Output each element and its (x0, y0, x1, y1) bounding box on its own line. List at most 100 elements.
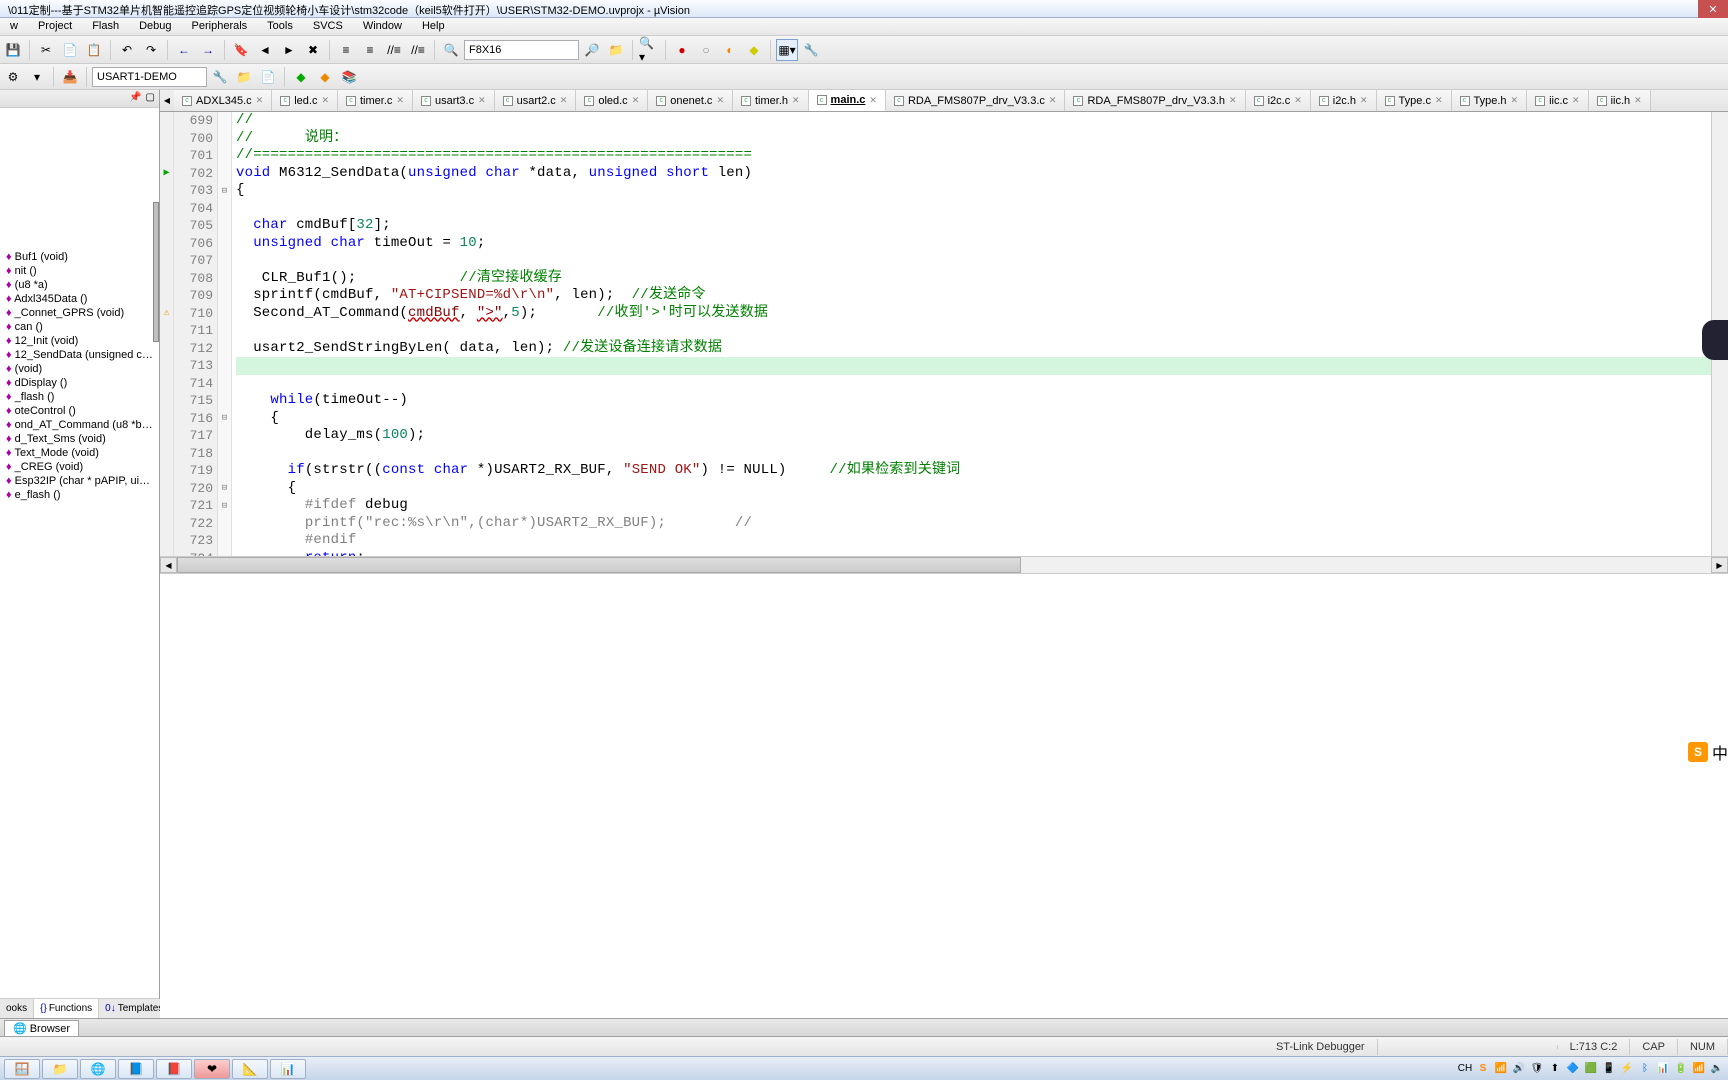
paste-button[interactable]: 📋 (83, 39, 105, 61)
function-tree-item[interactable]: ♦ nit () (2, 264, 157, 278)
build-btn[interactable]: ⚙ (2, 66, 24, 88)
function-tree-item[interactable]: ♦ (u8 *a) (2, 278, 157, 292)
fold-gutter[interactable]: ⊟⊟⊟⊟ (218, 112, 232, 556)
tab-close-icon[interactable]: ✕ (1572, 95, 1580, 106)
cut-button[interactable]: ✂ (35, 39, 57, 61)
window-close-button[interactable]: ✕ (1698, 0, 1728, 18)
nav-back-button[interactable]: ← (173, 39, 195, 61)
tab-close-icon[interactable]: ✕ (792, 95, 800, 106)
function-tree-item[interactable]: ♦ dDisplay () (2, 376, 157, 390)
tray-icon-6[interactable]: 🟩 (1584, 1062, 1598, 1076)
bookmark-clear-btn[interactable]: ✖ (302, 39, 324, 61)
taskbar-app2[interactable]: 📕 (156, 1059, 192, 1079)
function-tree-item[interactable]: ♦ Text_Mode (void) (2, 446, 157, 460)
tab-close-icon[interactable]: ✕ (396, 95, 404, 106)
function-tree-item[interactable]: ♦ oteControl () (2, 404, 157, 418)
file-tab-RDA_FMS807P_drv_V3-3-h[interactable]: cRDA_FMS807P_drv_V3.3.h✕ (1065, 90, 1245, 111)
tab-browser[interactable]: 🌐 Browser (4, 1020, 79, 1036)
debug-start-btn[interactable]: 🔍▾ (638, 39, 660, 61)
taskbar-app5[interactable]: 📊 (270, 1059, 306, 1079)
redo-button[interactable]: ↷ (140, 39, 162, 61)
outdent-btn[interactable]: ≡ (359, 39, 381, 61)
file-tab-iic-c[interactable]: ciic.c✕ (1527, 90, 1589, 111)
tab-close-icon[interactable]: ✕ (632, 95, 640, 106)
function-tree-item[interactable]: ♦ Adxl345Data () (2, 292, 157, 306)
function-tree-item[interactable]: ♦ d_Text_Sms (void) (2, 432, 157, 446)
menu-peripherals[interactable]: Peripherals (182, 18, 258, 35)
tray-icon-8[interactable]: ⚡ (1620, 1062, 1634, 1076)
bookmark-next-btn[interactable]: ► (278, 39, 300, 61)
function-tree-item[interactable]: ♦ 12_SendData (unsigned char *d (2, 348, 157, 362)
menu-debug[interactable]: Debug (129, 18, 181, 35)
function-tree-item[interactable]: ♦ (void) (2, 362, 157, 376)
floating-widget[interactable] (1702, 320, 1728, 360)
file-tab-usart3-c[interactable]: cusart3.c✕ (413, 90, 495, 111)
file-tab-onenet-c[interactable]: conenet.c✕ (648, 90, 733, 111)
sidebar-vscroll[interactable] (153, 202, 159, 342)
function-tree-item[interactable]: ♦ e_flash () (2, 488, 157, 502)
tab-functions[interactable]: {}Functions (34, 999, 99, 1018)
tray-ime-icon[interactable]: CH (1458, 1062, 1472, 1076)
hscroll-left[interactable]: ◀ (160, 557, 177, 573)
find-files-btn[interactable]: 📁 (605, 39, 627, 61)
code-text[interactable]: //// 说明： //=============================… (232, 112, 1711, 556)
system-tray[interactable]: CH S 📶 🔊 🛡 ⬆ 🔷 🟩 📱 ⚡ ᛒ 📊 🔋 📶 🔈 (1458, 1062, 1724, 1076)
file-tab-oled-c[interactable]: coled.c✕ (576, 90, 648, 111)
window-layout-btn[interactable]: ▦▾ (776, 39, 798, 61)
function-tree-item[interactable]: ♦ _CREG (void) (2, 460, 157, 474)
menu-help[interactable]: Help (412, 18, 455, 35)
menu-window[interactable]: Window (353, 18, 412, 35)
panel-pin-icon[interactable]: 📌 (129, 92, 141, 105)
rec-orange-icon[interactable]: ◐ (719, 39, 741, 61)
tray-sogou-icon[interactable]: S (1476, 1062, 1490, 1076)
target-combo[interactable] (92, 67, 207, 87)
tab-close-icon[interactable]: ✕ (1049, 95, 1057, 106)
file-tab-ADXL345-c[interactable]: cADXL345.c✕ (174, 90, 272, 111)
rec-gray-icon[interactable]: ○ (695, 39, 717, 61)
taskbar-explorer[interactable]: 📁 (42, 1059, 78, 1079)
taskbar-app3[interactable]: ❤ (194, 1059, 230, 1079)
undo-button[interactable]: ↶ (116, 39, 138, 61)
panel-close-icon[interactable]: ▢ (146, 92, 155, 105)
tray-icon-7[interactable]: 📱 (1602, 1062, 1616, 1076)
tab-close-icon[interactable]: ✕ (869, 95, 877, 106)
hscroll-right[interactable]: ▶ (1711, 557, 1728, 573)
file-tab-i2c-c[interactable]: ci2c.c✕ (1246, 90, 1311, 111)
file-tab-Type-c[interactable]: cType.c✕ (1377, 90, 1452, 111)
taskbar-app1[interactable]: 📘 (118, 1059, 154, 1079)
bookmark-prev-btn[interactable]: ◄ (254, 39, 276, 61)
functions-tree[interactable]: ♦ Buf1 (void)♦ nit ()♦ (u8 *a)♦ Adxl345D… (0, 108, 159, 998)
menu-flash[interactable]: Flash (82, 18, 129, 35)
tab-close-icon[interactable]: ✕ (1294, 95, 1302, 106)
file-ext-btn[interactable]: 📄 (257, 66, 279, 88)
file-tab-RDA_FMS807P_drv_V3-3-c[interactable]: cRDA_FMS807P_drv_V3.3.c✕ (886, 90, 1066, 111)
indent-btn[interactable]: ≡ (335, 39, 357, 61)
hscroll-thumb[interactable] (177, 557, 1021, 573)
function-tree-item[interactable]: ♦ Esp32IP (char * pAPIP, uint8_t u (2, 474, 157, 488)
tab-close-icon[interactable]: ✕ (1634, 95, 1642, 106)
tray-vol-icon[interactable]: 🔈 (1710, 1062, 1724, 1076)
tray-icon-3[interactable]: 🛡 (1530, 1062, 1544, 1076)
config-btn[interactable]: 🔧 (800, 39, 822, 61)
find-combo[interactable] (464, 40, 579, 60)
uncomment-btn[interactable]: //≡ (407, 39, 429, 61)
function-tree-item[interactable]: ♦ can () (2, 320, 157, 334)
file-tab-iic-h[interactable]: ciic.h✕ (1589, 90, 1651, 111)
function-tree-item[interactable]: ♦ Buf1 (void) (2, 250, 157, 264)
tab-close-icon[interactable]: ✕ (478, 95, 486, 106)
manage-btn[interactable]: 📁 (233, 66, 255, 88)
tab-books[interactable]: ooks (0, 999, 34, 1018)
find-icon[interactable]: 🔍 (440, 39, 462, 61)
tab-close-icon[interactable]: ✕ (321, 95, 329, 106)
tab-close-icon[interactable]: ✕ (1229, 95, 1237, 106)
rec-yellow-icon[interactable]: ◆ (743, 39, 765, 61)
save-button[interactable]: 💾 (2, 39, 24, 61)
tray-icon-1[interactable]: 📶 (1494, 1062, 1508, 1076)
comment-btn[interactable]: //≡ (383, 39, 405, 61)
tab-close-icon[interactable]: ✕ (716, 95, 724, 106)
function-tree-item[interactable]: ♦ ond_AT_Command (u8 *b,u8 *a,u (2, 418, 157, 432)
file-tab-usart2-c[interactable]: cusart2.c✕ (495, 90, 577, 111)
menu-svcs[interactable]: SVCS (303, 18, 353, 35)
function-tree-item[interactable]: ♦ _Connet_GPRS (void) (2, 306, 157, 320)
target-opts-btn[interactable]: 🔧 (209, 66, 231, 88)
